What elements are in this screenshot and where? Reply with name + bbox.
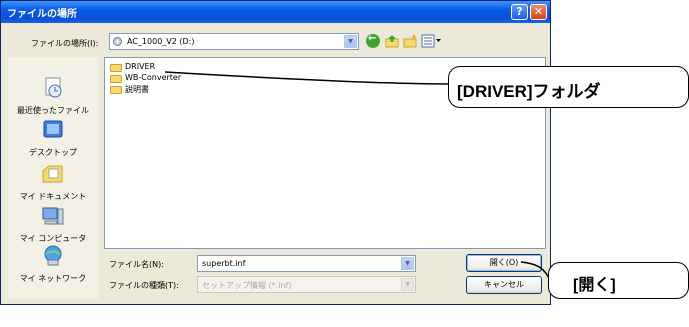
callout-text: [開く] (573, 277, 616, 294)
callout-text: [DRIVER]フォルダ (457, 82, 601, 101)
driver-folder-callout: [DRIVER]フォルダ (448, 66, 689, 108)
open-leader-line (520, 261, 551, 281)
open-button-callout: [開く] (548, 262, 689, 299)
driver-leader-line (164, 71, 449, 85)
